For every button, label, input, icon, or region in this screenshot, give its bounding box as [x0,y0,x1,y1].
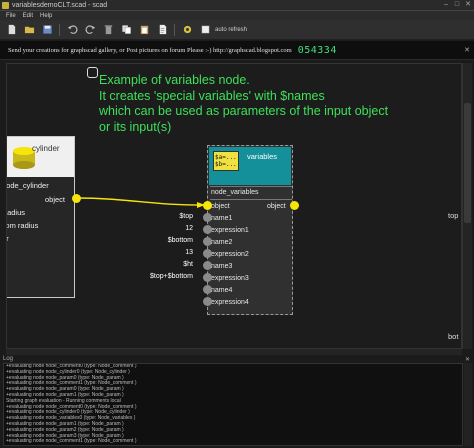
canvas-vertical-scrollbar[interactable] [462,63,472,349]
auto-refresh-label: auto refresh [215,26,248,33]
menu-bar: File Edit Help [0,11,474,20]
param-value-expression3[interactable]: $top+$bottom [150,273,193,280]
offscreen-node-label-bot: bot [448,332,459,341]
param-label-name4: name4 [211,287,233,294]
comment-handle-icon[interactable] [87,67,98,78]
param-value-name3[interactable]: $ht [183,261,193,268]
param-port-name1[interactable] [203,213,212,222]
banner-message: Send your creations for graphscad galler… [8,46,292,54]
banner-close-icon[interactable]: ✕ [464,46,470,54]
variables-node-header: $a=... $b=... variables [209,147,291,185]
log-line: +evaluating node node_comment1 (type: No… [6,438,137,445]
comment-line: or its input(s) [99,119,172,134]
menu-help[interactable]: Help [40,13,52,19]
param-value-expression1[interactable]: 12 [185,225,193,232]
param-port-expression1[interactable] [203,225,212,234]
variables-node[interactable]: $a=... $b=... variables node_variables ob… [207,145,293,315]
cylinder-output-label: object [45,195,66,204]
banner-counter: 054334 [297,44,337,56]
node-divider [210,199,292,200]
app-icon [2,1,9,9]
delete-icon[interactable] [102,24,114,36]
cylinder-param-label: r radius [6,208,26,217]
variables-output-label: object [267,203,286,210]
node-divider [210,186,292,187]
param-label-name3: name3 [211,263,233,270]
variables-node-title: variables [247,152,278,161]
document-icon[interactable] [156,24,168,36]
param-label-name1: name1 [211,215,233,222]
param-label-name2: name2 [211,239,233,246]
param-label-expression3: expression3 [211,275,249,282]
variables-node-name: node_variables [211,189,259,196]
param-label-expression2: expression2 [211,251,249,258]
param-port-expression3[interactable] [203,273,212,282]
param-value-name1[interactable]: $top [179,213,193,220]
param-value-name2[interactable]: $bottom [168,237,193,244]
variables-output-port[interactable] [290,201,299,210]
redo-icon[interactable] [84,24,96,36]
cylinder-node-title: cylinder [32,144,60,153]
param-label-expression1: expression1 [211,227,249,234]
graph-canvas[interactable]: Example of variables node. It creates 's… [6,63,462,349]
variables-input-port[interactable] [203,201,212,210]
comment-line: which can be used as parameters of the i… [99,104,389,118]
cylinder-param-label: icom radius [6,221,39,230]
info-banner: Send your creations for graphscad galler… [0,41,474,60]
toolbar-separator [59,23,60,36]
log-panel-title: Log [3,356,14,362]
toolbar-separator [174,23,175,36]
comment-note[interactable]: Example of variables node. It creates 's… [99,73,388,135]
auto-refresh-checkbox[interactable] [199,24,211,36]
param-port-expression4[interactable] [203,297,212,306]
comment-line: Example of variables node. [99,73,250,87]
canvas-horizontal-scrollbar[interactable] [6,349,462,355]
log-close-icon[interactable]: ✕ [465,356,470,363]
cylinder-node[interactable]: cylinder node_cylinder h r radius icom r… [6,136,75,298]
copy-icon[interactable] [120,24,132,36]
log-panel[interactable]: +evaluating node node_comment0 (type: No… [3,363,463,446]
cylinder-param-label: ter [6,234,9,243]
menu-edit[interactable]: Edit [23,13,33,19]
param-label-expression4: expression4 [211,299,249,306]
menu-file[interactable]: File [6,13,16,19]
cylinder-node-name: node_cylinder [6,181,49,190]
param-port-expression2[interactable] [203,249,212,258]
offscreen-node-label-top: top [448,211,459,220]
title-bar: variablesdemoCLT.scad - scad – □ ✕ [0,0,474,11]
paste-icon[interactable] [138,24,150,36]
maximize-icon[interactable]: □ [453,1,461,9]
new-file-icon[interactable] [5,24,17,36]
close-icon[interactable]: ✕ [464,1,472,9]
log-vertical-scrollbar[interactable] [464,363,472,446]
scrollbar-thumb[interactable] [464,103,471,223]
refresh-icon[interactable] [181,24,193,36]
param-port-name2[interactable] [203,237,212,246]
save-icon[interactable] [41,24,53,36]
param-port-name3[interactable] [203,261,212,270]
toolbar: auto refresh [0,20,474,40]
minimize-icon[interactable]: – [442,1,450,9]
param-port-name4[interactable] [203,285,212,294]
undo-icon[interactable] [66,24,78,36]
window-title: variablesdemoCLT.scad - scad [12,1,108,9]
cylinder-node-header: cylinder [7,137,74,177]
variables-icon: $a=... $b=... [213,151,239,171]
open-folder-icon[interactable] [23,24,35,36]
comment-line: It creates 'special variables' with $nam… [99,88,325,103]
cylinder-output-port[interactable] [72,194,81,203]
variables-input-label: object [211,203,230,210]
param-value-expression2[interactable]: 13 [185,249,193,256]
